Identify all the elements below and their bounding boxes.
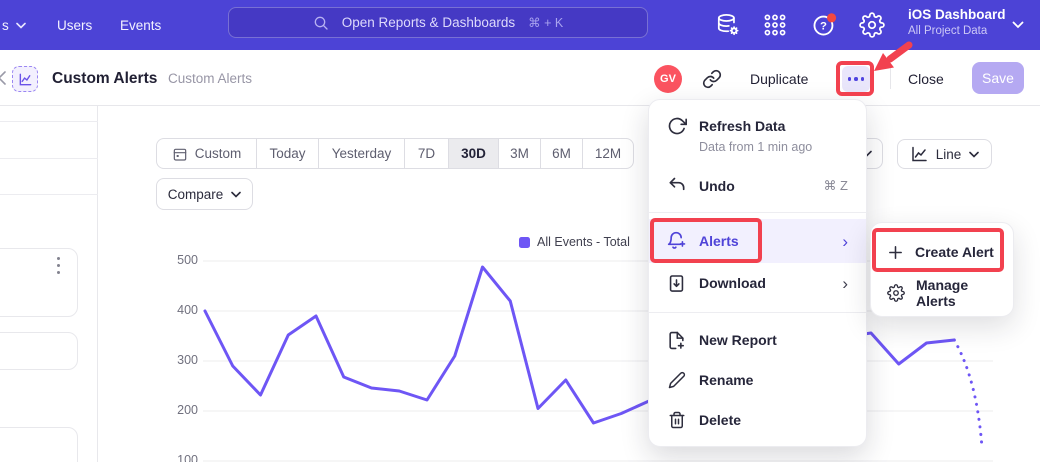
legend-label: All Events - Total xyxy=(537,235,630,249)
refresh-icon xyxy=(666,116,687,137)
menu-item-download[interactable]: Download › xyxy=(649,265,866,301)
notification-dot xyxy=(827,13,836,22)
chart-type-dropdown[interactable]: Line xyxy=(897,139,992,169)
chevron-down-icon xyxy=(231,191,241,198)
undo-shortcut: ⌘ Z xyxy=(823,178,848,194)
calendar-icon xyxy=(172,146,188,162)
left-panel xyxy=(0,106,98,462)
avatar[interactable]: GV xyxy=(654,65,682,93)
range-yesterday[interactable]: Yesterday xyxy=(319,139,405,168)
compare-button[interactable]: Compare xyxy=(156,178,253,210)
report-options-menu: Refresh Data Data from 1 min ago Undo ⌘ … xyxy=(648,99,867,447)
copy-link-icon[interactable] xyxy=(702,69,722,89)
panel-card[interactable] xyxy=(0,248,78,317)
menu-item-rename[interactable]: Rename xyxy=(649,362,866,398)
project-selector[interactable]: iOS Dashboard All Project Data xyxy=(908,6,1006,39)
app-window: s Users Events Open Reports & Dashboards… xyxy=(0,0,1040,462)
range-30d-selected[interactable]: 30D xyxy=(449,139,499,168)
more-options-button[interactable] xyxy=(842,66,870,92)
divider xyxy=(890,67,891,89)
trash-icon xyxy=(666,410,687,431)
range-6m[interactable]: 6M xyxy=(541,139,583,168)
bell-plus-icon xyxy=(666,231,687,252)
legend-swatch xyxy=(519,237,530,248)
project-name: iOS Dashboard xyxy=(908,6,1006,24)
menu-item-delete[interactable]: Delete xyxy=(649,402,866,438)
submenu-chevron-right-icon: › xyxy=(842,275,848,292)
kebab-menu-icon[interactable] xyxy=(57,257,60,274)
clipped-edge-icon xyxy=(0,71,7,85)
menu-item-alerts[interactable]: Alerts › xyxy=(649,219,866,263)
refresh-data-subtitle: Data from 1 min ago xyxy=(699,140,812,154)
y-tick-label: 200 xyxy=(158,403,198,417)
data-management-icon[interactable] xyxy=(715,12,741,38)
chevron-down-icon xyxy=(16,22,26,29)
date-range-control: Custom Today Yesterday 7D 30D 3M 6M 12M xyxy=(156,138,634,169)
menu-item-new-report[interactable]: New Report xyxy=(649,322,866,358)
save-button[interactable]: Save xyxy=(972,62,1024,94)
nav-item-users[interactable]: Users xyxy=(57,0,92,50)
line-chart-icon xyxy=(910,145,928,163)
nav-item-events[interactable]: Events xyxy=(120,0,161,50)
plus-icon xyxy=(887,244,904,261)
help-icon[interactable]: ? xyxy=(811,12,837,38)
breadcrumb: Custom Alerts xyxy=(168,71,252,86)
range-7d[interactable]: 7D xyxy=(405,139,449,168)
file-plus-icon xyxy=(666,330,687,351)
settings-gear-icon[interactable] xyxy=(859,12,885,38)
apps-grid-icon[interactable] xyxy=(762,12,788,38)
report-header: Custom Alerts Custom Alerts GV Duplicate… xyxy=(0,50,1040,106)
search-icon xyxy=(313,15,329,31)
page-title: Custom Alerts xyxy=(52,70,157,88)
nav-item-truncated[interactable]: s xyxy=(2,0,26,50)
range-today[interactable]: Today xyxy=(257,139,319,168)
svg-text:?: ? xyxy=(820,20,827,32)
range-3m[interactable]: 3M xyxy=(499,139,541,168)
project-scope: All Project Data xyxy=(908,24,1006,39)
close-button[interactable]: Close xyxy=(908,71,944,87)
project-chevron-down-icon[interactable] xyxy=(1012,21,1024,29)
nav-fragment-label: s xyxy=(2,18,9,33)
top-nav-bar: s Users Events Open Reports & Dashboards… xyxy=(0,0,1040,50)
submenu-item-create-alert[interactable]: Create Alert xyxy=(871,233,1013,271)
panel-card[interactable] xyxy=(0,427,78,462)
search-input[interactable]: Open Reports & Dashboards ⌘ + K xyxy=(228,7,648,38)
pencil-icon xyxy=(666,370,687,391)
submenu-chevron-right-icon: › xyxy=(842,233,848,250)
gear-icon xyxy=(887,284,905,302)
undo-icon xyxy=(666,176,687,197)
y-tick-label: 500 xyxy=(158,253,198,267)
report-type-icon xyxy=(12,66,38,92)
file-download-icon xyxy=(666,273,687,294)
range-12m[interactable]: 12M xyxy=(583,139,633,168)
search-placeholder: Open Reports & Dashboards xyxy=(342,15,515,30)
duplicate-button[interactable]: Duplicate xyxy=(750,71,808,87)
menu-item-refresh-data[interactable]: Refresh Data xyxy=(649,110,866,142)
y-tick-label: 400 xyxy=(158,303,198,317)
y-tick-label: 300 xyxy=(158,353,198,367)
search-shortcut: ⌘ + K xyxy=(528,15,563,30)
alerts-submenu: Create Alert Manage Alerts xyxy=(870,222,1014,317)
range-custom[interactable]: Custom xyxy=(157,139,257,168)
y-tick-label: 100 xyxy=(158,453,198,462)
chevron-down-icon xyxy=(969,151,979,158)
chart-legend[interactable]: All Events - Total xyxy=(519,235,630,249)
panel-card[interactable] xyxy=(0,332,78,370)
menu-item-undo[interactable]: Undo ⌘ Z xyxy=(649,168,866,204)
submenu-item-manage-alerts[interactable]: Manage Alerts xyxy=(871,275,1013,311)
